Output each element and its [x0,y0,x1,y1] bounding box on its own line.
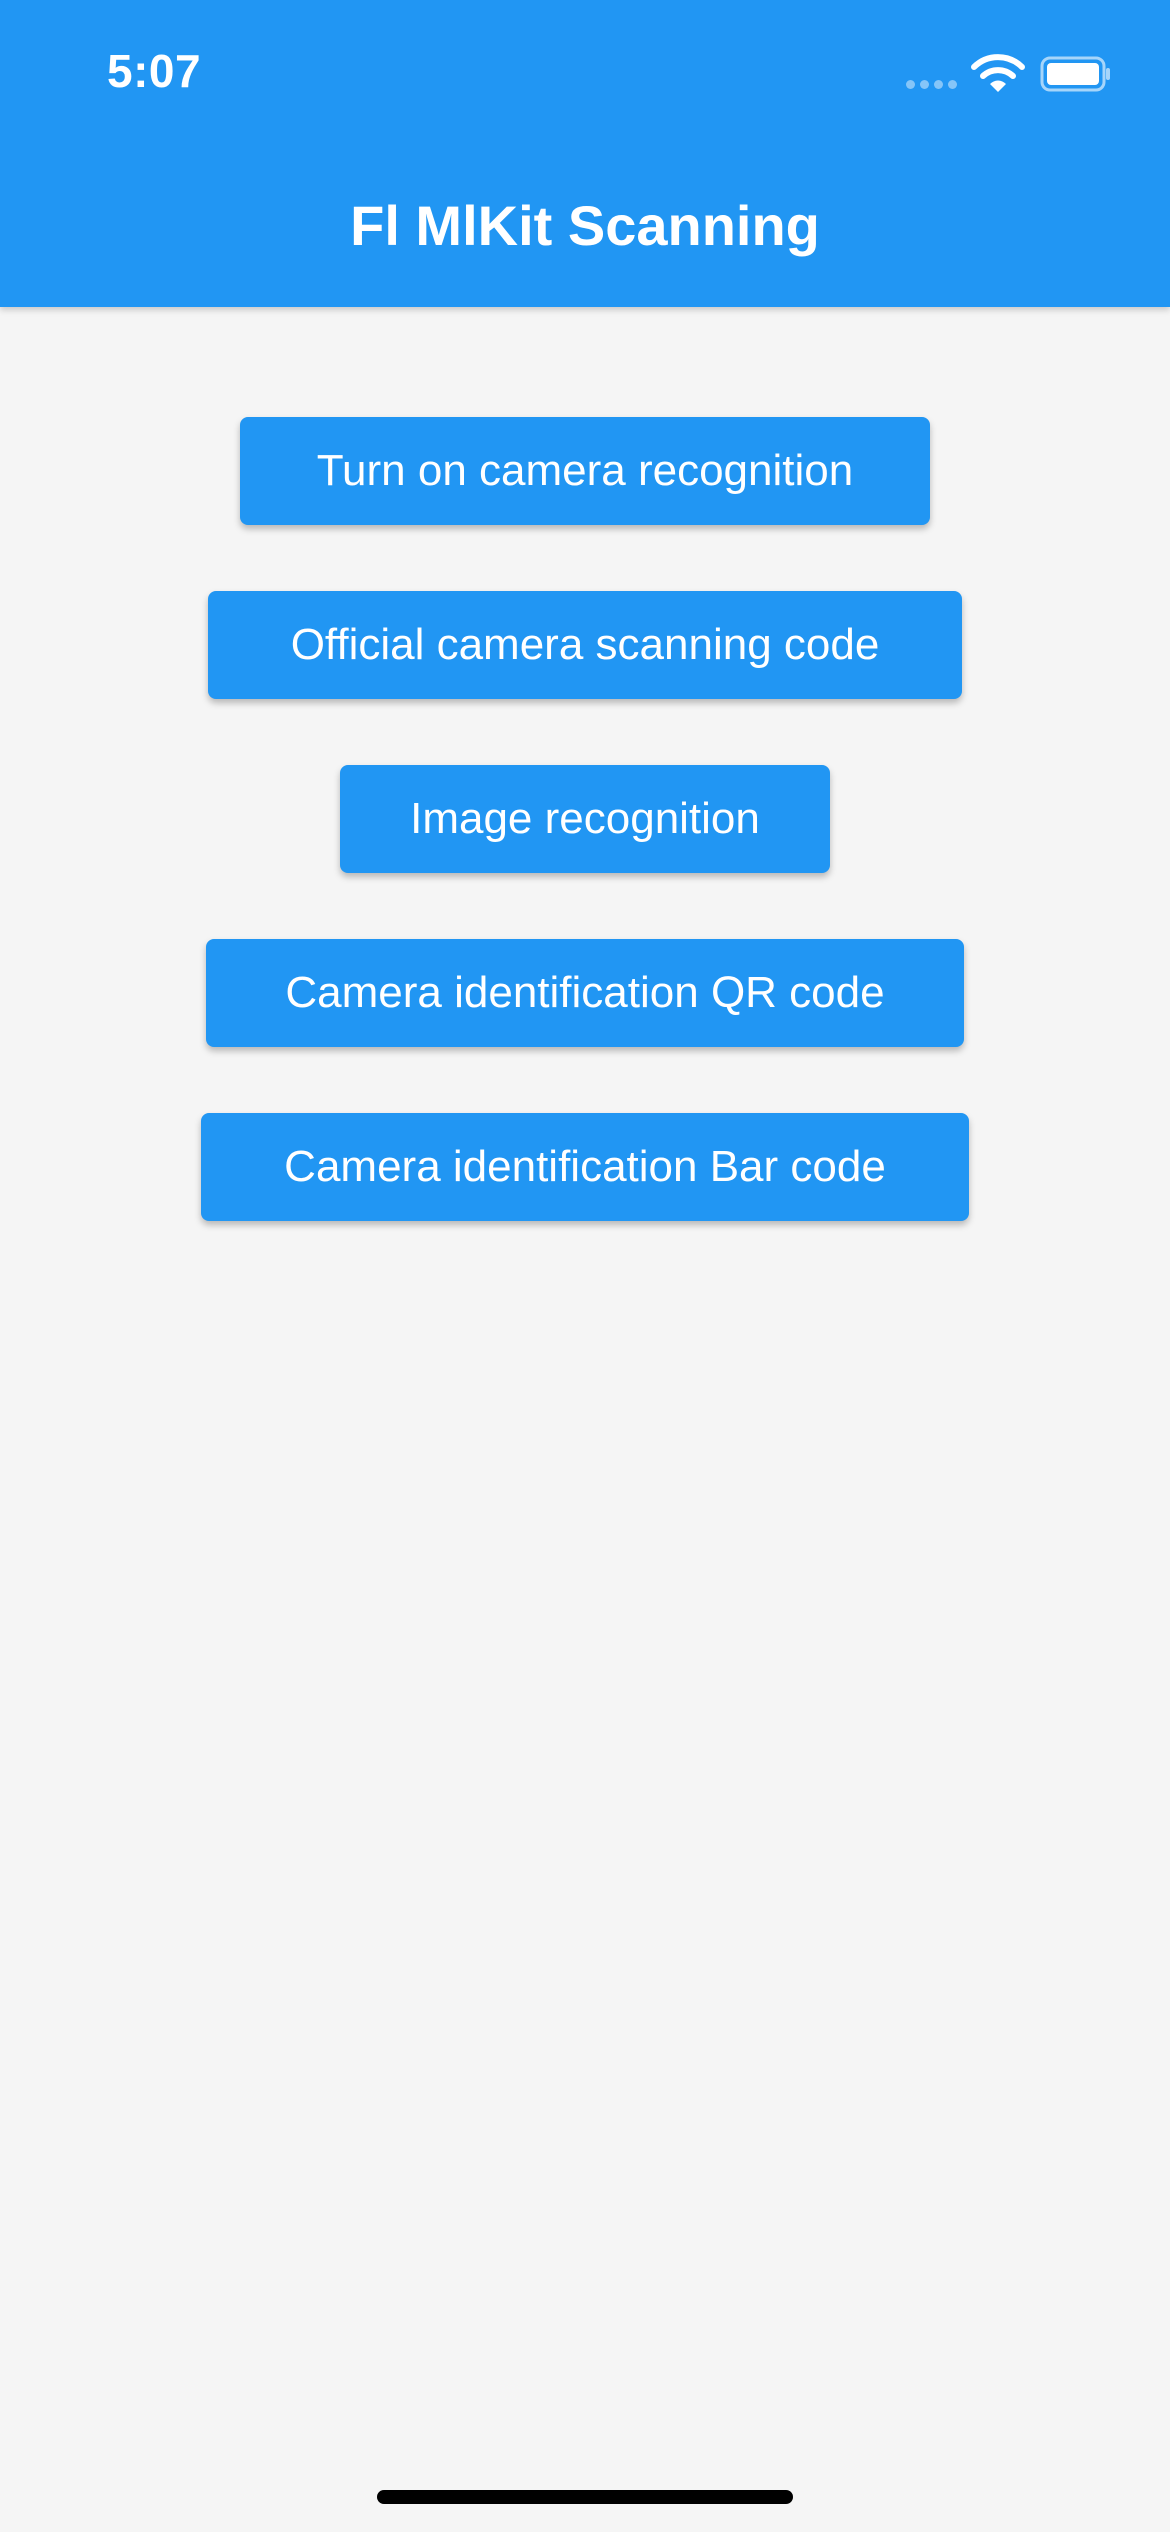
camera-identification-qr-code-button[interactable]: Camera identification QR code [206,939,964,1047]
page-title: Fl MlKit Scanning [350,194,820,257]
turn-on-camera-recognition-button[interactable]: Turn on camera recognition [240,417,930,525]
official-camera-scanning-code-button[interactable]: Official camera scanning code [208,591,962,699]
camera-identification-bar-code-button[interactable]: Camera identification Bar code [201,1113,969,1221]
cellular-signal-icon [906,80,957,89]
image-recognition-button[interactable]: Image recognition [340,765,830,873]
battery-icon [1040,56,1110,92]
wifi-icon [971,54,1025,92]
home-indicator[interactable] [377,2490,793,2504]
status-time: 5:07 [107,45,202,97]
app-bar: 5:07 Fl MlKit Scanning [0,0,1170,307]
